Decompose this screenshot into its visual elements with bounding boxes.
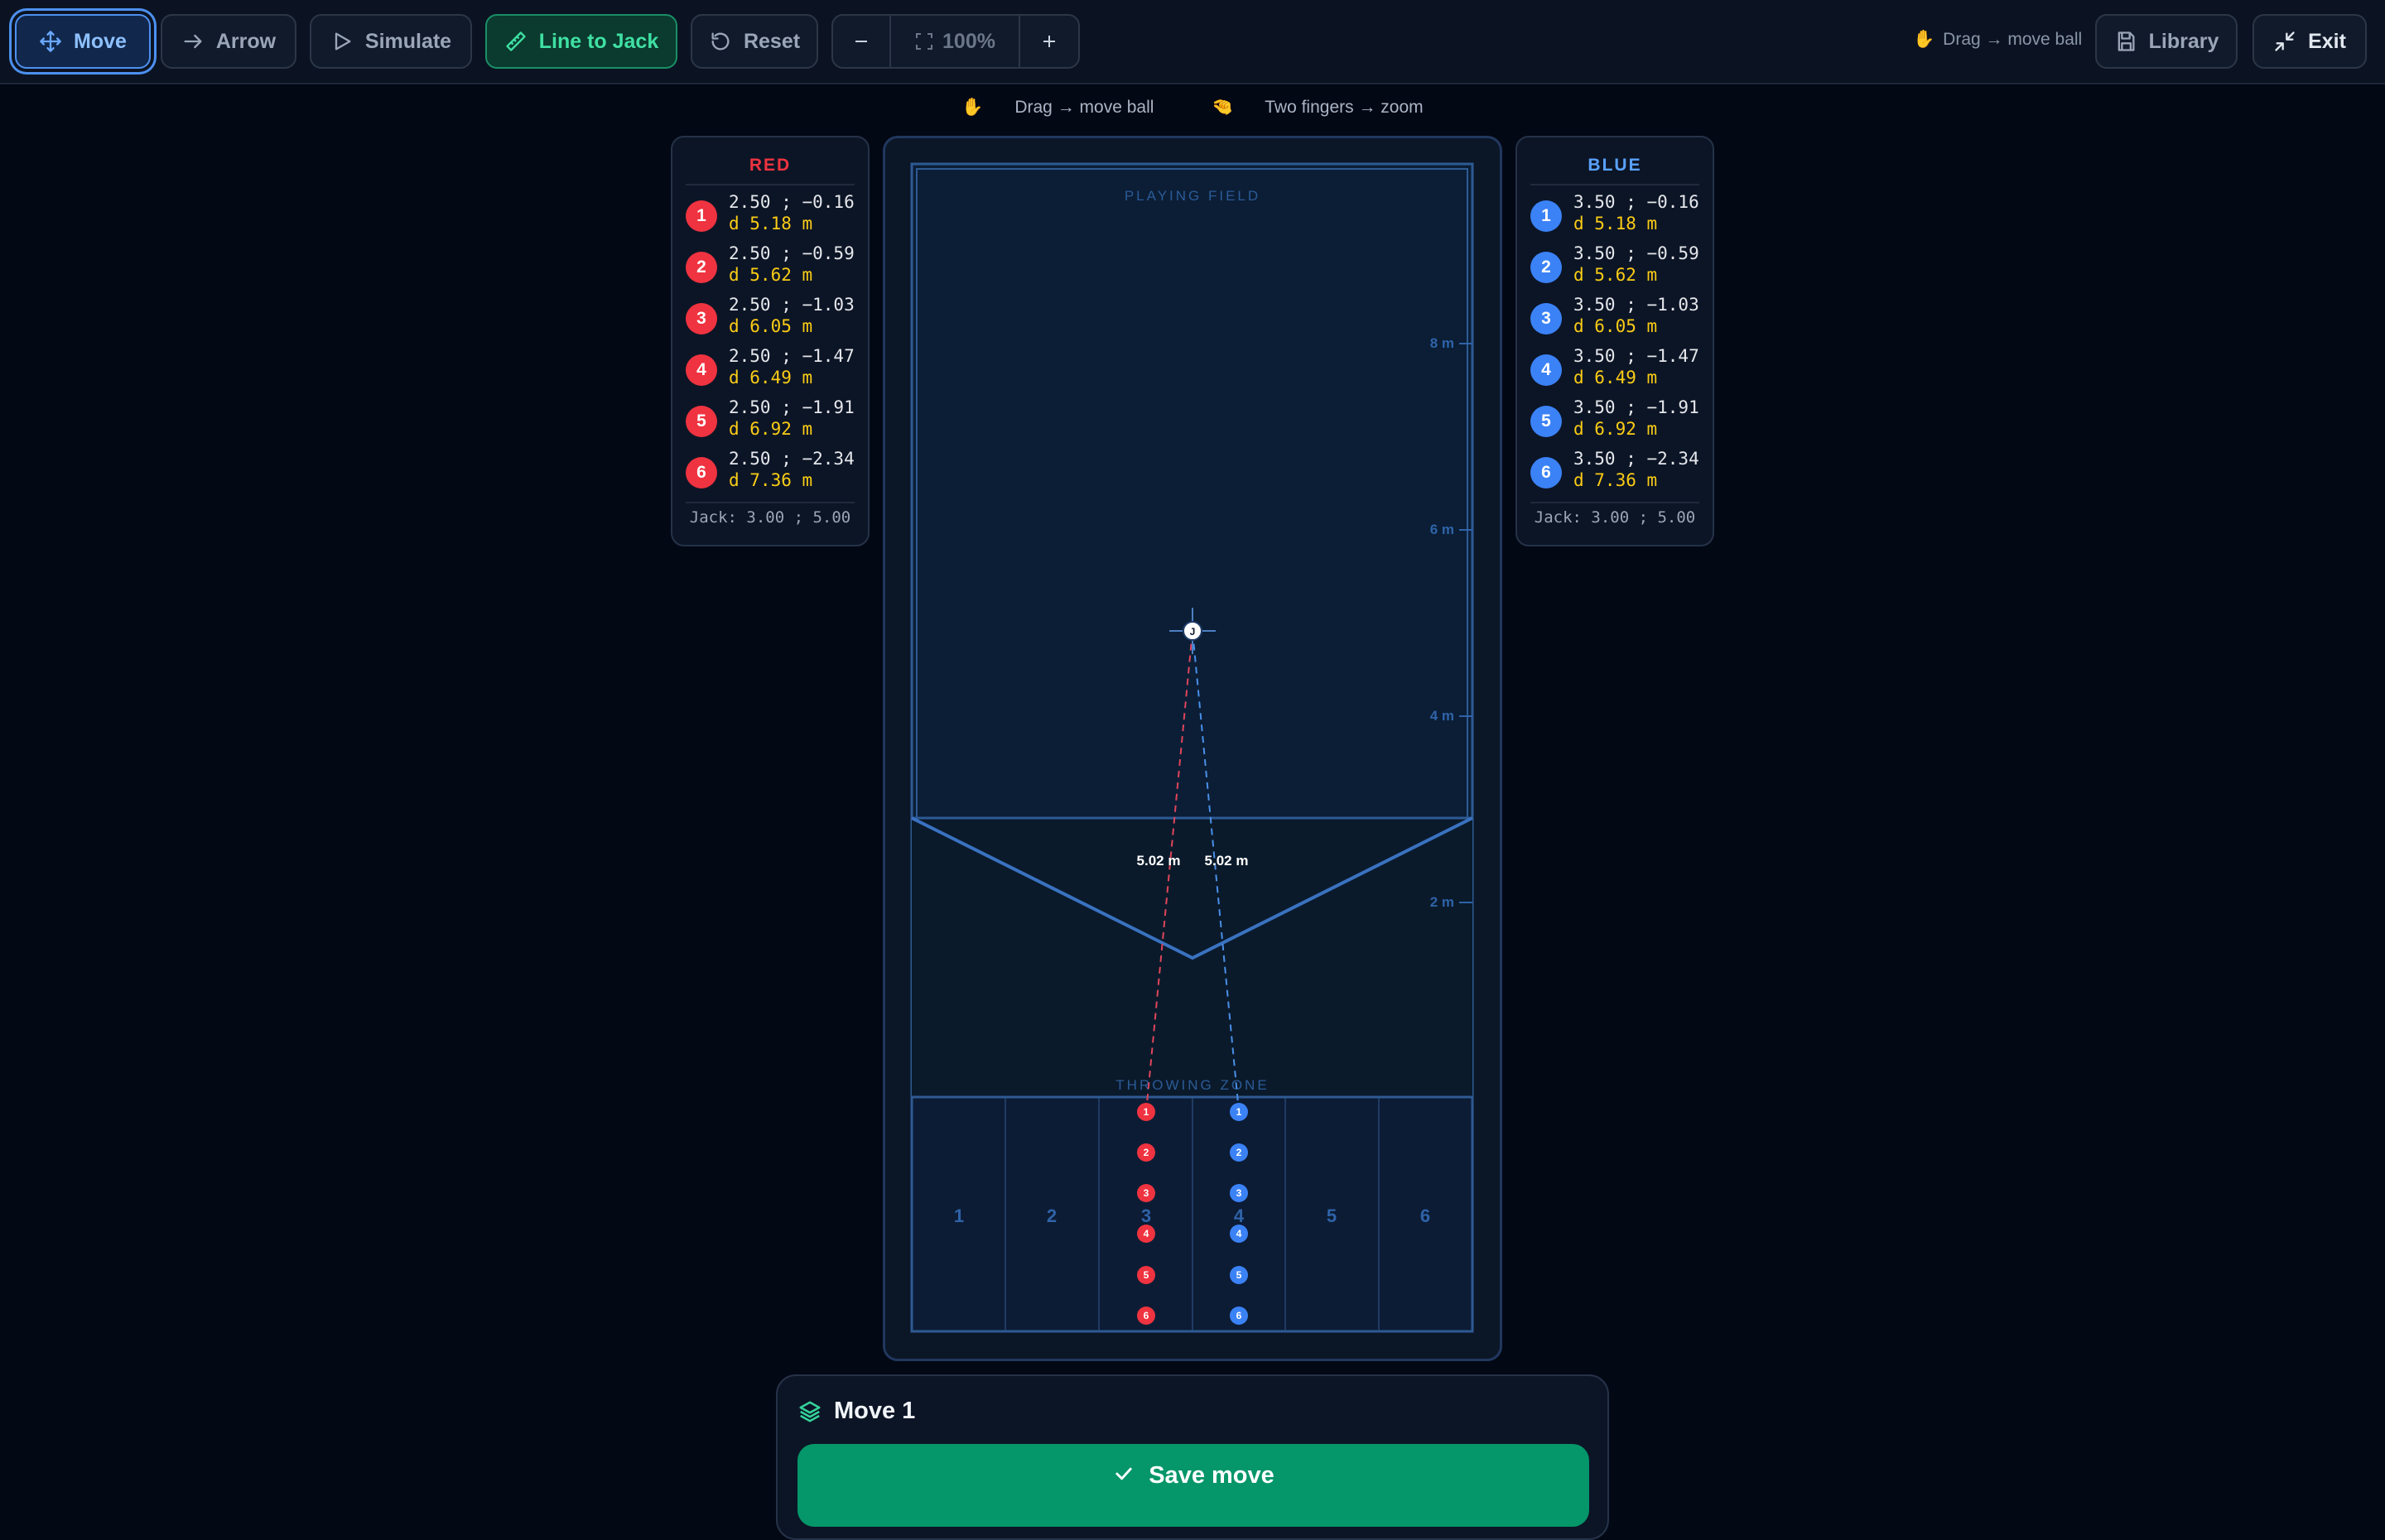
ball-coordinates: 3.50 ; −1.91 [1573,397,1699,417]
ball-distance: d 7.36 m [729,470,813,490]
reset-button[interactable]: Reset [691,14,818,69]
blue-ball-marker: 5 [1530,406,1562,437]
library-button[interactable]: Library [2095,14,2238,69]
top-toolbar: Move Arrow Simulate Line to Jack Reset 1… [0,0,2385,84]
court-canvas[interactable] [883,136,1502,1361]
ruler-icon [506,31,526,51]
pinch-hint-text: Two fingers → zoom [1265,98,1424,117]
ball-distance: d 6.92 m [729,419,813,439]
ball-distance: d 5.18 m [1573,214,1658,233]
check-icon [1115,1467,1132,1480]
ball-coordinates: 2.50 ; −1.47 [729,346,855,366]
library-label: Library [2148,29,2219,53]
ball-coordinates: 3.50 ; −2.34 [1573,449,1699,469]
blue-team-panel: BLUE 1 3.50 ; −0.16 d 5.18 m 2 3.50 ; −0… [1515,136,1714,546]
red-panel-title: RED [749,156,792,175]
toolbar-drag-hint-text: Drag → move ball [1943,30,2083,49]
save-move-label: Save move [1149,1462,1274,1489]
blue-ball-marker: 2 [1530,252,1562,283]
panel-divider [686,502,855,503]
panel-divider [686,184,855,185]
move-tool-button[interactable]: Move [15,14,151,69]
exit-label: Exit [2308,29,2346,53]
reset-icon [711,32,730,51]
zoom-reset-button[interactable]: 100% [891,16,1019,67]
red-ball-marker: 6 [686,457,717,488]
pinch-hint: 🤏 Two fingers → zoom [1198,98,1436,117]
ball-distance: d 5.62 m [729,265,813,285]
ball-coordinates: 2.50 ; −2.34 [729,449,855,469]
red-team-panel: RED 1 2.50 ; −0.16 d 5.18 m 2 2.50 ; −0.… [671,136,870,546]
save-move-button[interactable]: Save move [797,1444,1589,1527]
gesture-hints: ✋ Drag → move ball 🤏 Two fingers → zoom [0,98,2385,118]
move-card-header: Move 1 [797,1398,915,1425]
ball-distance: d 6.05 m [1573,316,1658,336]
ball-distance: d 6.49 m [729,368,813,387]
arrow-tool-label: Arrow [215,29,277,53]
minimize-icon [2275,31,2295,51]
move-title: Move 1 [834,1398,916,1424]
blue-panel-title: BLUE [1588,156,1642,175]
play-icon [335,32,351,51]
ball-coordinates: 2.50 ; −0.16 [729,192,855,212]
red-ball-marker: 5 [686,406,717,437]
layers-icon [799,1401,821,1422]
line-to-jack-button[interactable]: Line to Jack [485,14,677,69]
ball-coordinates: 3.50 ; −1.47 [1573,346,1699,366]
panel-divider [1530,502,1699,503]
red-ball-marker: 3 [686,303,717,334]
zoom-in-button[interactable] [1020,16,1078,67]
blue-panel-jack-position: Jack: 3.00 ; 5.00 [1534,508,1696,527]
ball-coordinates: 2.50 ; −1.03 [729,295,855,315]
ball-distance: d 6.49 m [1573,368,1658,387]
line-to-jack-label: Line to Jack [538,29,659,53]
ball-coordinates: 2.50 ; −1.91 [729,397,855,417]
simulate-button[interactable]: Simulate [310,14,472,69]
move-icon [40,31,61,52]
zoom-controls: 100% [831,14,1080,69]
exit-button[interactable]: Exit [2252,14,2367,69]
red-ball-marker: 2 [686,252,717,283]
zoom-level: 100% [942,29,995,53]
ball-distance: d 5.62 m [1573,265,1658,285]
ball-distance: d 5.18 m [729,214,813,233]
arrow-right-icon [184,34,202,49]
pinch-icon: 🤏 [1212,98,1234,117]
reset-label: Reset [743,29,801,53]
arrow-tool-button[interactable]: Arrow [161,14,296,69]
drag-hint: ✋ Drag → move ball [948,98,1172,117]
toolbar-drag-hint: ✋ Drag → move ball [1913,30,2082,50]
ball-coordinates: 3.50 ; −0.59 [1573,243,1699,263]
ball-distance: d 6.05 m [729,316,813,336]
ball-distance: d 7.36 m [1573,470,1658,490]
hand-icon: ✋ [961,98,984,117]
move-card: Move 1 Save move [776,1374,1609,1540]
blue-ball-marker: 4 [1530,354,1562,386]
plus-icon [1043,36,1056,47]
drag-hint-text: Drag → move ball [1014,98,1154,117]
minus-icon [855,41,867,42]
move-tool-label: Move [74,29,127,53]
hand-icon: ✋ [1913,30,1935,49]
ball-coordinates: 3.50 ; −1.03 [1573,295,1699,315]
zoom-out-button[interactable] [833,16,889,67]
panel-divider [1530,184,1699,185]
blue-ball-marker: 3 [1530,303,1562,334]
fit-screen-icon [916,33,933,50]
ball-coordinates: 3.50 ; −0.16 [1573,192,1699,212]
red-ball-marker: 4 [686,354,717,386]
ball-coordinates: 2.50 ; −0.59 [729,243,855,263]
blue-ball-marker: 6 [1530,457,1562,488]
save-icon [2118,31,2135,51]
red-ball-marker: 1 [686,200,717,232]
simulate-label: Simulate [364,29,452,53]
red-panel-jack-position: Jack: 3.00 ; 5.00 [689,508,851,527]
ball-distance: d 6.92 m [1573,419,1658,439]
blue-ball-marker: 1 [1530,200,1562,232]
